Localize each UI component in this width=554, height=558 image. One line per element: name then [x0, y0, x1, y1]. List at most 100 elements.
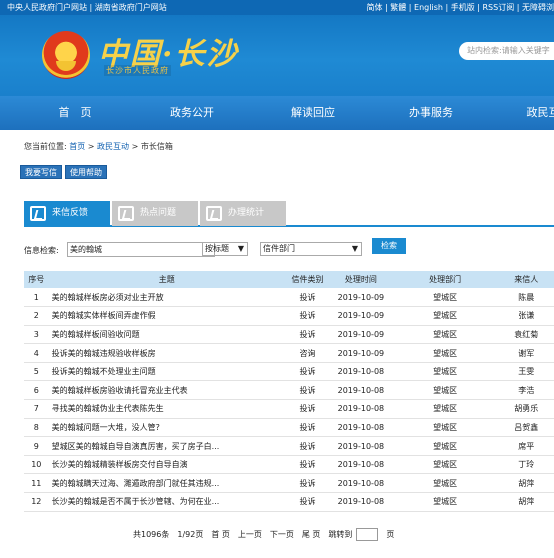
row-category: 投诉 — [284, 380, 331, 401]
jump-label: 跳转到 — [328, 530, 353, 539]
row-category: 投诉 — [284, 473, 331, 494]
row-number: 12 — [24, 492, 49, 512]
row-time: 2019-10-09 — [330, 306, 392, 326]
row-subject-link[interactable]: 美的翰城实体样板间弄虚作假 — [48, 306, 285, 326]
row-dept: 望城区 — [391, 380, 499, 401]
table-row[interactable]: 5 投诉美的翰城不处理业主问题 投诉 2019-10-08 望城区 王雯 — [24, 362, 554, 382]
table-row[interactable]: 10 长沙美的翰城精装样板房交付自导自演 投诉 2019-10-08 望城区 丁玲 — [24, 455, 554, 475]
total-count: 共1096条 — [133, 530, 170, 539]
nav-item-gov-info[interactable]: 政务公开 — [162, 96, 222, 130]
tab-letter-feedback[interactable]: 来信反馈 — [24, 201, 110, 226]
table-row[interactable]: 6 美的翰城样板房验收请托冒充业主代表 投诉 2019-10-08 望城区 李浩 — [24, 380, 554, 401]
row-sender: 王雯 — [498, 362, 554, 382]
breadcrumb-interaction[interactable]: 政民互动 — [97, 142, 129, 151]
row-sender: 陈晨 — [498, 288, 554, 308]
row-number: 10 — [24, 455, 49, 475]
national-emblem-icon — [42, 31, 90, 79]
page-number-input[interactable] — [356, 528, 379, 541]
col-dept: 处理部门 — [391, 271, 499, 288]
row-subject-link[interactable]: 长沙美的翰城是否不属于长沙管辖、为何在业... — [48, 492, 285, 512]
tab-statistics[interactable]: 办理统计 — [200, 201, 286, 226]
first-page-link[interactable]: 首 页 — [211, 530, 230, 539]
row-sender: 谢军 — [498, 343, 554, 363]
nav-item-home[interactable]: 首 页 — [48, 96, 102, 130]
gov-portal-links[interactable]: 中央人民政府门户网站 | 湖南省政府门户网站 — [7, 0, 167, 15]
table-row[interactable]: 7 寻找美的翰城伪业主代表陈先生 投诉 2019-10-08 望城区 胡勇乐 — [24, 399, 554, 419]
row-sender: 吕贺鑫 — [498, 418, 554, 438]
row-category: 投诉 — [284, 325, 331, 345]
help-button[interactable]: 使用帮助 — [65, 165, 107, 179]
row-dept: 望城区 — [391, 362, 499, 382]
language-links[interactable]: 简体 | 繁體 | English | 手机版 | RSS订阅 | 无障碍浏 — [366, 0, 554, 15]
table-row[interactable]: 11 美的翰城瞒天过海、濉遁政府部门就任其违规... 投诉 2019-10-08 望城区… — [24, 473, 554, 494]
col-category: 信件类别 — [284, 271, 331, 288]
dept-select[interactable]: 信件部门 ▼ — [260, 242, 362, 256]
table-row[interactable]: 9 望城区美的翰城自导自演真厉害，买了房子白... 投诉 2019-10-08 望城区席… — [24, 436, 554, 456]
top-links-bar: 中央人民政府门户网站 | 湖南省政府门户网站 简体 | 繁體 | English… — [0, 0, 554, 15]
row-category: 投诉 — [284, 399, 331, 419]
row-dept: 望城区 — [391, 473, 499, 494]
table-row[interactable]: 3 美的翰城样板间验收问题 投诉 2019-10-09 望城区 袁红菊 — [24, 325, 554, 345]
row-dept: 望城区 — [391, 436, 499, 456]
row-subject-link[interactable]: 长沙美的翰城精装样板房交付自导自演 — [48, 455, 285, 475]
row-sender: 胡勇乐 — [498, 399, 554, 419]
row-subject-link[interactable]: 美的翰城样板房验收请托冒充业主代表 — [48, 380, 285, 401]
breadcrumb: 您当前位置: 首页 > 政民互动 > 市长信箱 — [24, 142, 173, 151]
row-category: 投诉 — [284, 455, 331, 475]
last-page-link[interactable]: 尾 页 — [302, 530, 321, 539]
search-button[interactable]: 检索 — [372, 238, 406, 254]
row-subject-link[interactable]: 投诉美的翰城不处理业主问题 — [48, 362, 285, 382]
row-category: 投诉 — [284, 418, 331, 438]
stats-icon — [206, 206, 222, 221]
dropdown-arrow-icon: ▼ — [351, 244, 358, 253]
row-subject-link[interactable]: 美的翰城样板房必须对业主开放 — [48, 288, 285, 308]
row-number: 6 — [24, 380, 49, 401]
type-select[interactable]: 按标题 ▼ — [202, 242, 248, 256]
row-category: 投诉 — [284, 492, 331, 512]
col-subject: 主题 — [48, 271, 285, 288]
row-subject-link[interactable]: 望城区美的翰城自导自演真厉害，买了房子白... — [48, 436, 285, 456]
row-time: 2019-10-08 — [330, 492, 392, 512]
row-dept: 望城区 — [391, 325, 499, 345]
site-search-input[interactable]: 站内检索:请输入关键字 — [459, 42, 554, 60]
row-sender: 李浩 — [498, 380, 554, 401]
action-buttons: 我要写信 使用帮助 — [20, 165, 110, 179]
row-subject-link[interactable]: 寻找美的翰城伪业主代表陈先生 — [48, 399, 285, 419]
row-category: 投诉 — [284, 436, 331, 456]
row-sender: 张谦 — [498, 306, 554, 326]
table-row[interactable]: 12 长沙美的翰城是否不属于长沙管辖、为何在业... 投诉 2019-10-08 望城区… — [24, 492, 554, 512]
prev-page-link[interactable]: 上一页 — [238, 530, 262, 539]
row-dept: 望城区 — [391, 343, 499, 363]
row-dept: 望城区 — [391, 418, 499, 438]
row-number: 9 — [24, 436, 49, 456]
row-number: 3 — [24, 325, 49, 345]
table-header: 序号 主题 信件类别 处理时间 处理部门 来信人 — [24, 271, 554, 288]
table-row[interactable]: 4 投诉美的翰城违规验收样板房 咨询 2019-10-09 望城区 谢军 — [24, 343, 554, 363]
nav-item-interpretation[interactable]: 解读回应 — [283, 96, 343, 130]
col-sender: 来信人 — [498, 271, 554, 288]
row-subject-link[interactable]: 美的翰城问题一大堆，没人管? — [48, 418, 285, 438]
col-number: 序号 — [24, 271, 49, 288]
write-letter-button[interactable]: 我要写信 — [20, 165, 62, 179]
table-row[interactable]: 8 美的翰城问题一大堆，没人管? 投诉 2019-10-08 望城区 吕贺鑫 — [24, 418, 554, 438]
row-subject-link[interactable]: 美的翰城瞒天过海、濉遁政府部门就任其违规... — [48, 473, 285, 494]
page-unit: 页 — [386, 530, 395, 539]
nav-item-services[interactable]: 办事服务 — [401, 96, 461, 130]
nav-item-interaction[interactable]: 政民互 — [518, 96, 554, 130]
breadcrumb-home[interactable]: 首页 — [69, 142, 85, 151]
site-header: 中国·长沙 长沙市人民政府 站内检索:请输入关键字 — [0, 15, 554, 96]
tab-hot-issues[interactable]: 热点问题 — [112, 201, 198, 226]
table-row[interactable]: 1 美的翰城样板房必须对业主开放 投诉 2019-10-09 望城区 陈晨 — [24, 288, 554, 308]
next-page-link[interactable]: 下一页 — [270, 530, 294, 539]
row-dept: 望城区 — [391, 288, 499, 308]
keyword-input[interactable]: 美的翰城 — [67, 242, 215, 257]
pagination: 共1096条 1/92页首 页上一页 下一页尾 页跳转到 页 — [133, 528, 402, 541]
row-number: 7 — [24, 399, 49, 419]
row-time: 2019-10-08 — [330, 455, 392, 475]
row-sender: 丁玲 — [498, 455, 554, 475]
row-time: 2019-10-08 — [330, 362, 392, 382]
row-subject-link[interactable]: 投诉美的翰城违规验收样板房 — [48, 343, 285, 363]
table-row[interactable]: 2 美的翰城实体样板间弄虚作假 投诉 2019-10-09 望城区 张谦 — [24, 306, 554, 326]
row-time: 2019-10-08 — [330, 418, 392, 438]
row-subject-link[interactable]: 美的翰城样板间验收问题 — [48, 325, 285, 345]
